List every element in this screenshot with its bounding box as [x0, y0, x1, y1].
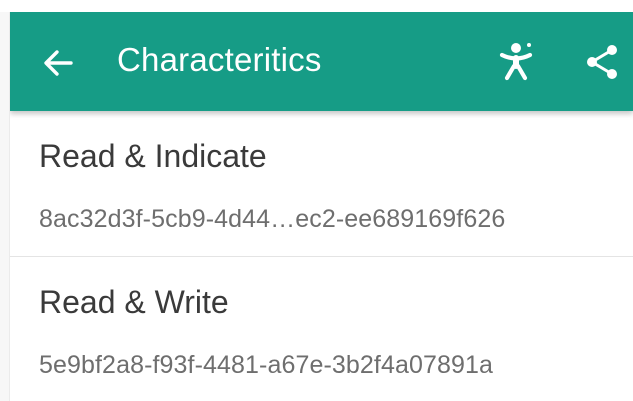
left-edge [0, 12, 10, 401]
characteristics-list: Read & Indicate 8ac32d3f-5cb9-4d44…ec2-e… [10, 111, 633, 401]
characteristic-uuid: 5e9bf2a8-f93f-4481-a67e-3b2f4a07891a [39, 351, 493, 379]
accessibility-icon [499, 43, 533, 81]
characteristic-title: Read & Write [39, 284, 229, 320]
characteristic-item-read-indicate[interactable]: Read & Indicate 8ac32d3f-5cb9-4d44…ec2-e… [10, 111, 633, 257]
characteristic-uuid: 8ac32d3f-5cb9-4d44…ec2-ee689169f626 [39, 205, 506, 233]
page-title: Characteritics [117, 41, 322, 78]
share-button[interactable] [582, 42, 622, 82]
accessibility-button[interactable] [496, 39, 540, 83]
arrow-left-icon [44, 50, 73, 76]
characteristic-title: Read & Indicate [39, 138, 267, 174]
back-button[interactable] [38, 43, 78, 83]
characteristic-item-read-write[interactable]: Read & Write 5e9bf2a8-f93f-4481-a67e-3b2… [10, 257, 633, 401]
app-window: Characteritics Read & Indicate 8ac32d3f-… [10, 12, 633, 401]
share-icon [587, 45, 617, 79]
top-strip [0, 0, 633, 12]
screen: Characteritics Read & Indicate 8ac32d3f-… [0, 0, 633, 401]
app-bar: Characteritics [10, 12, 633, 111]
